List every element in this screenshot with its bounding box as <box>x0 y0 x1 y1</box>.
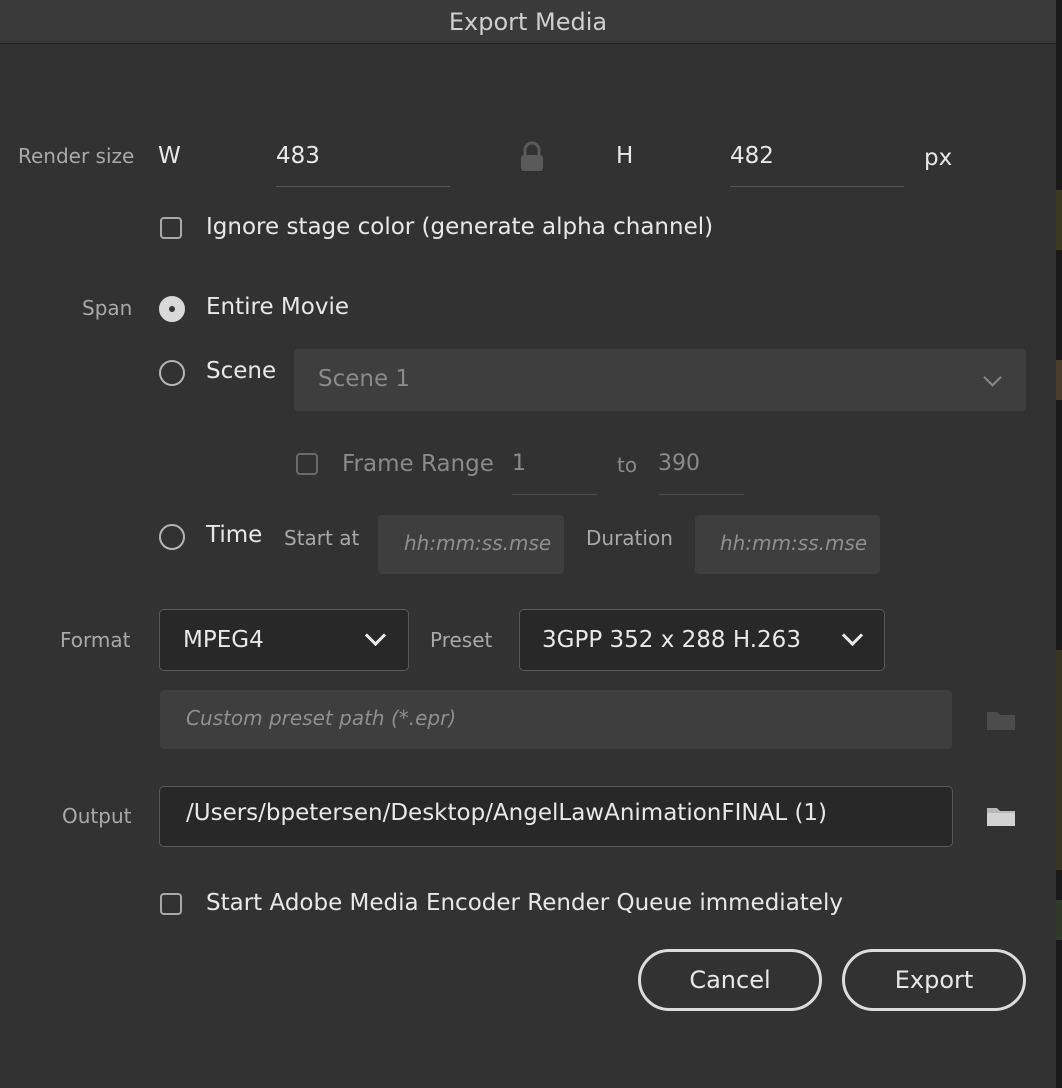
height-input[interactable]: 482 <box>730 143 774 169</box>
chevron-down-icon <box>364 624 387 647</box>
chevron-down-icon <box>841 624 864 647</box>
edge-mark <box>1056 900 1062 940</box>
output-path-value: /Users/bpetersen/Desktop/AngelLawAnimati… <box>186 800 828 826</box>
custom-preset-placeholder: Custom preset path (*.epr) <box>186 706 457 730</box>
frame-end-input[interactable]: 390 <box>658 451 700 476</box>
chevron-down-icon <box>983 368 1002 387</box>
frame-end-underline <box>658 494 744 495</box>
frame-range-label: Frame Range <box>342 451 494 477</box>
output-path-input[interactable]: /Users/bpetersen/Desktop/AngelLawAnimati… <box>159 786 953 847</box>
scene-label: Scene <box>206 358 277 384</box>
format-dropdown[interactable]: MPEG4 <box>159 609 409 671</box>
export-media-dialog: Export Media Render size W 483 H 482 px … <box>0 0 1062 1088</box>
format-label: Format <box>60 628 131 652</box>
edge-mark <box>1056 360 1062 400</box>
time-radio[interactable] <box>159 524 185 550</box>
format-value: MPEG4 <box>183 627 264 653</box>
edge-mark <box>1056 650 1062 870</box>
px-unit-label: px <box>924 145 953 171</box>
scene-radio[interactable] <box>159 360 185 386</box>
width-label: W <box>158 143 181 169</box>
frame-range-checkbox[interactable] <box>296 453 318 475</box>
entire-movie-radio[interactable] <box>159 296 185 322</box>
duration-label: Duration <box>586 526 673 550</box>
start-at-input[interactable]: hh:mm:ss.mse <box>378 515 564 574</box>
custom-preset-input[interactable]: Custom preset path (*.epr) <box>160 690 952 749</box>
duration-input[interactable]: hh:mm:ss.mse <box>695 515 880 574</box>
frame-start-input[interactable]: 1 <box>512 451 526 476</box>
preset-label: Preset <box>430 628 493 652</box>
start-render-queue-checkbox[interactable] <box>160 893 182 915</box>
duration-placeholder: hh:mm:ss.mse <box>720 531 868 555</box>
height-input-underline <box>730 186 904 187</box>
export-button[interactable]: Export <box>842 949 1026 1011</box>
background-window-edge <box>1056 0 1062 1088</box>
window-title: Export Media <box>448 8 608 36</box>
height-label: H <box>616 143 634 169</box>
entire-movie-label: Entire Movie <box>206 294 349 320</box>
frame-start-underline <box>512 494 598 495</box>
output-label: Output <box>62 804 132 828</box>
ignore-stage-color-label: Ignore stage color (generate alpha chann… <box>206 214 714 240</box>
start-at-label: Start at <box>284 526 360 550</box>
scene-dropdown-value: Scene 1 <box>318 366 411 392</box>
width-input-underline <box>276 186 450 187</box>
render-size-label: Render size <box>18 144 135 168</box>
cancel-button[interactable]: Cancel <box>638 949 822 1011</box>
start-render-queue-label: Start Adobe Media Encoder Render Queue i… <box>206 890 843 916</box>
frame-to-label: to <box>617 453 638 477</box>
width-input[interactable]: 483 <box>276 143 320 169</box>
time-label: Time <box>206 522 263 548</box>
edge-mark <box>1056 190 1062 250</box>
start-at-placeholder: hh:mm:ss.mse <box>404 531 552 555</box>
ignore-stage-color-checkbox[interactable] <box>160 217 182 239</box>
folder-icon[interactable] <box>986 805 1016 827</box>
folder-icon[interactable] <box>986 709 1016 731</box>
preset-dropdown[interactable]: 3GPP 352 x 288 H.263 <box>519 609 885 671</box>
preset-value: 3GPP 352 x 288 H.263 <box>542 627 801 653</box>
title-bar: Export Media <box>0 0 1056 44</box>
scene-dropdown[interactable]: Scene 1 <box>294 349 1026 411</box>
lock-icon[interactable] <box>519 141 545 173</box>
span-label: Span <box>82 296 133 320</box>
